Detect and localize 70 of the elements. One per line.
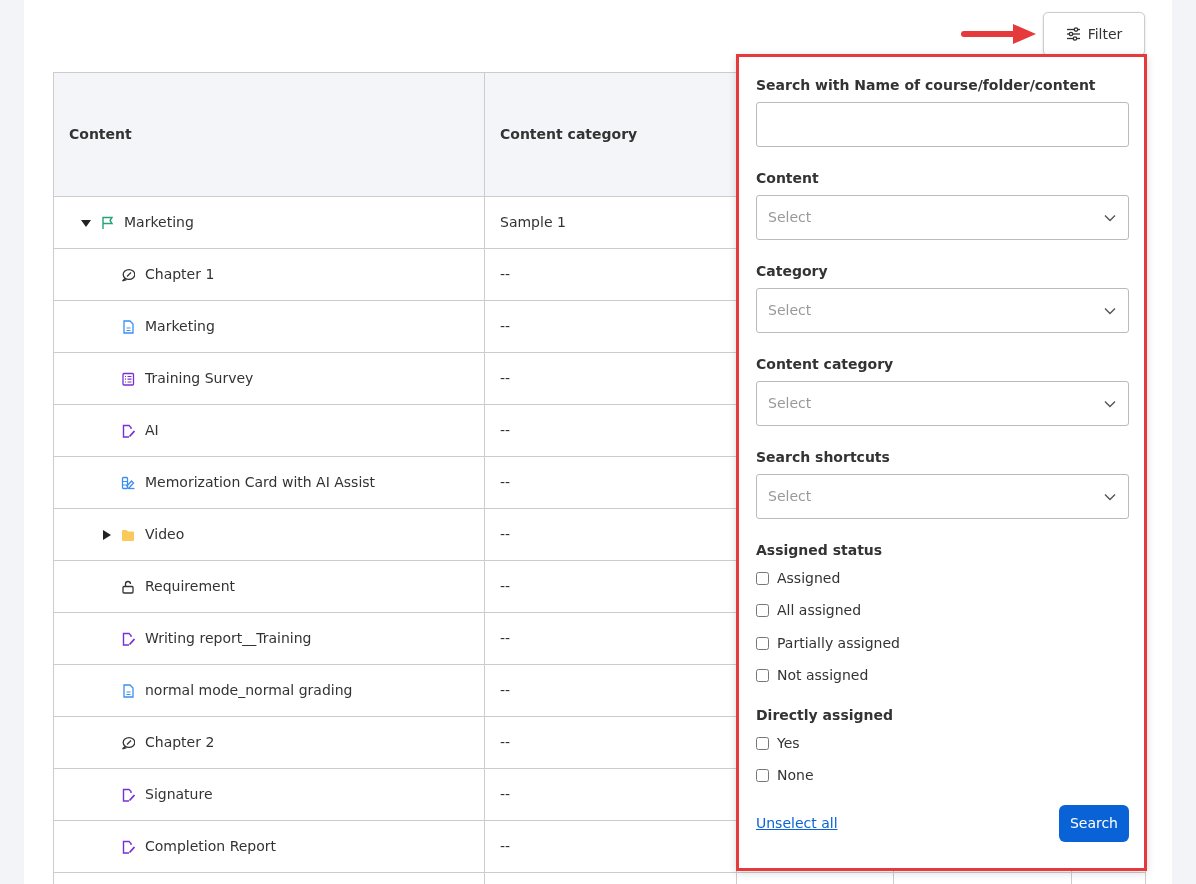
content-name[interactable]: Chapter 2 — [145, 732, 215, 753]
field-label: Search with Name of course/folder/content — [756, 76, 1096, 95]
content-name[interactable]: Signature — [145, 784, 213, 805]
content-name[interactable]: Marketing — [124, 212, 194, 233]
content-name[interactable]: Training Survey — [145, 368, 254, 389]
field-label: Search shortcuts — [756, 448, 890, 467]
speech-bubble-icon — [121, 267, 135, 282]
category-value: Sample 1 — [499, 214, 566, 230]
search-button[interactable]: Search — [1058, 805, 1129, 842]
column-header: Content category — [500, 126, 638, 142]
category-value: -- — [499, 734, 511, 750]
chevron-down-icon — [1104, 492, 1116, 501]
category-value: -- — [499, 370, 511, 386]
search-field[interactable] — [756, 102, 1129, 147]
chevron-down-icon — [1104, 213, 1116, 222]
field-label: Content category — [756, 355, 894, 374]
content-name[interactable]: Requirement — [145, 576, 236, 597]
category-value: -- — [499, 682, 511, 698]
checkbox-label: Assigned — [777, 568, 841, 588]
flag-icon — [100, 215, 114, 230]
document-pen-icon — [121, 423, 135, 438]
field-label: Content — [756, 169, 819, 188]
checkbox[interactable] — [756, 736, 769, 750]
document-icon — [121, 683, 135, 698]
settings-sliders-icon — [1065, 27, 1081, 41]
checkbox-label: Yes — [777, 733, 800, 753]
category-value: -- — [499, 422, 511, 438]
chevron-down-icon — [1104, 306, 1116, 315]
document-pen-icon — [121, 631, 135, 646]
content-name[interactable]: normal mode_normal grading — [145, 680, 353, 701]
checkbox-label: All assigned — [777, 601, 862, 621]
category-value: -- — [499, 786, 511, 802]
content-name[interactable]: Chapter 1 — [145, 264, 215, 285]
content-name[interactable]: Marketing — [145, 316, 215, 337]
content-name[interactable]: Completion Report — [145, 836, 277, 857]
document-icon — [121, 319, 135, 334]
checkbox-label: None — [777, 766, 814, 786]
document-pen-icon — [121, 839, 135, 854]
unselect-all-link[interactable]: Unselect all — [756, 813, 838, 834]
group-title: Assigned status — [756, 541, 883, 560]
content-name[interactable]: Video — [145, 524, 185, 545]
unlocked-padlock-icon — [121, 579, 135, 594]
checkbox-label: Partially assigned — [777, 633, 900, 653]
category-value: -- — [499, 526, 511, 542]
folder-icon — [121, 527, 135, 542]
category-value: -- — [499, 630, 511, 646]
caret-right-icon[interactable] — [102, 529, 112, 540]
checklist-icon — [121, 371, 135, 386]
checkbox[interactable] — [756, 669, 769, 683]
filter-button[interactable]: Filter — [1043, 12, 1145, 56]
category-value: -- — [499, 838, 511, 854]
checkbox[interactable] — [756, 604, 769, 618]
category-value: -- — [499, 266, 511, 282]
checkbox-label: Not assigned — [777, 666, 869, 686]
content-name[interactable]: Writing report__Training — [145, 628, 312, 649]
checkbox[interactable] — [756, 769, 769, 783]
chevron-down-icon — [1104, 399, 1116, 408]
cards-icon — [121, 475, 135, 490]
field-label: Category — [756, 262, 828, 281]
checkbox[interactable] — [756, 571, 769, 585]
category-value: -- — [499, 318, 511, 334]
speech-bubble-icon — [121, 735, 135, 750]
column-header: Content — [69, 126, 132, 142]
category-value: -- — [499, 578, 511, 594]
checkbox[interactable] — [756, 636, 769, 650]
group-title: Directly assigned — [756, 706, 894, 725]
content-name[interactable]: AI — [145, 420, 159, 441]
document-pen-icon — [121, 787, 135, 802]
category-value: -- — [499, 474, 511, 490]
caret-down-icon[interactable] — [81, 217, 91, 228]
